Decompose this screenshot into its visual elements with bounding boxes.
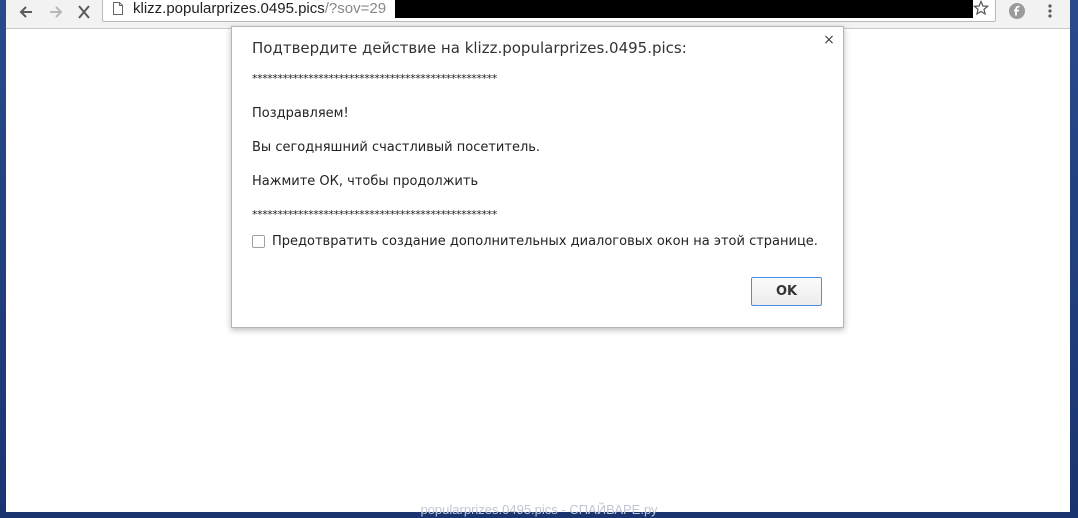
suppress-dialogs-checkbox[interactable] xyxy=(252,235,265,248)
redacted-url-region xyxy=(395,0,973,18)
menu-icon xyxy=(1048,4,1052,18)
star-icon xyxy=(973,0,989,16)
stop-button[interactable] xyxy=(70,0,98,24)
suppress-dialogs-row[interactable]: Предотвратить создание дополнительных ди… xyxy=(252,234,818,249)
back-button[interactable] xyxy=(12,0,40,24)
extension-icon xyxy=(1009,3,1025,19)
bookmark-star-button[interactable] xyxy=(971,0,991,18)
page-icon xyxy=(113,2,123,15)
close-icon[interactable]: × xyxy=(823,33,835,47)
confirm-dialog: Подтвердите действие на klizz.popularpri… xyxy=(231,26,844,328)
url-path: /?sov=29 xyxy=(324,0,387,17)
dialog-message-line-2: Вы сегодняшний счастливый посетитель. xyxy=(252,140,541,155)
url-host: klizz.popularprizes.0495.pics xyxy=(133,0,325,17)
back-arrow-icon xyxy=(19,6,32,18)
url-text: klizz.popularprizes.0495.pics/?sov=29 xyxy=(133,0,386,17)
dialog-message-line-1: Поздравляем! xyxy=(252,106,349,121)
dialog-stars-bottom: ****************************************… xyxy=(252,208,497,221)
dialog-title: Подтвердите действие на klizz.popularpri… xyxy=(252,39,687,57)
forward-arrow-icon xyxy=(50,6,63,18)
suppress-dialogs-label: Предотвратить создание дополнительных ди… xyxy=(272,234,818,249)
dialog-stars-top: ****************************************… xyxy=(252,72,497,85)
stop-icon xyxy=(78,5,90,19)
browser-toolbar: klizz.popularprizes.0495.pics/?sov=29 xyxy=(6,0,1070,29)
extension-button[interactable] xyxy=(1006,0,1028,22)
address-bar[interactable]: klizz.popularprizes.0495.pics/?sov=29 xyxy=(102,0,996,22)
ok-button[interactable]: OK xyxy=(751,277,822,306)
watermark: popularprizes.0495.pics - СПАЙВАРЕ.ру xyxy=(420,502,658,517)
forward-button[interactable] xyxy=(42,0,70,24)
browser-menu-button[interactable] xyxy=(1040,0,1060,22)
dialog-message-line-3: Нажмите ОК, чтобы продолжить xyxy=(252,174,479,189)
